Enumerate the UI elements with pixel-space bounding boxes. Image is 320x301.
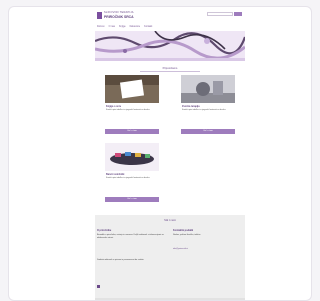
product-description: Kratek opis izdelka in njegovih lastnost… bbox=[106, 177, 151, 179]
nav-item-home[interactable]: Domov bbox=[97, 25, 105, 29]
product-title[interactable]: Knjiga o srcu bbox=[106, 105, 121, 108]
nav-item-workshops[interactable]: Delavnice bbox=[130, 25, 141, 29]
product-card: Barvni svinčniki Kratek opis izdelka in … bbox=[105, 143, 159, 203]
logo-icon[interactable] bbox=[97, 12, 102, 19]
product-image[interactable] bbox=[105, 75, 159, 103]
footer-about-text: Besedilo o priročniku, avtorju in namenu… bbox=[97, 234, 164, 239]
product-card: Zvočna terapija Kratek opis izdelka in n… bbox=[181, 75, 235, 135]
footer-about-text-2: Dodatni odstavek z opisom in povezavami … bbox=[97, 259, 145, 261]
nav-item-contact[interactable]: Kontakt bbox=[144, 25, 152, 29]
search-input[interactable] bbox=[207, 12, 233, 16]
section-title: Priporočamo bbox=[162, 67, 178, 70]
brand-title[interactable]: PRIROČNIK SRCA bbox=[104, 15, 134, 19]
site-footer: Stik z nami O priročniku Besedilo o prir… bbox=[95, 215, 245, 300]
product-image[interactable] bbox=[105, 143, 159, 171]
website-page: SLIKOVNO TERAPIJA PRIROČNIK SRCA Domov O… bbox=[95, 7, 245, 300]
site-header: SLIKOVNO TERAPIJA PRIROČNIK SRCA bbox=[95, 9, 245, 23]
product-button[interactable]: Več o tem bbox=[105, 197, 159, 202]
product-button[interactable]: Več o tem bbox=[181, 129, 235, 134]
main-nav: Domov O nas Knjige Delavnice Kontakt bbox=[97, 25, 243, 29]
product-title[interactable]: Zvočna terapija bbox=[182, 105, 200, 108]
footer-title: Stik z nami bbox=[164, 219, 176, 222]
nav-item-books[interactable]: Knjige bbox=[119, 25, 126, 29]
facebook-icon[interactable] bbox=[97, 285, 100, 288]
hero-strip bbox=[95, 58, 245, 61]
search-button[interactable] bbox=[234, 12, 242, 16]
product-button[interactable]: Več o tem bbox=[105, 129, 159, 134]
brand-subtitle: SLIKOVNO TERAPIJA bbox=[104, 11, 134, 14]
preview-card: SLIKOVNO TERAPIJA PRIROČNIK SRCA Domov O… bbox=[8, 6, 312, 301]
hero-image bbox=[95, 31, 245, 61]
product-title[interactable]: Barvni svinčniki bbox=[106, 173, 124, 176]
product-image[interactable] bbox=[181, 75, 235, 103]
nav-item-about[interactable]: O nas bbox=[109, 25, 115, 29]
section-divider bbox=[140, 71, 200, 72]
footer-email-link[interactable]: info@prirocnik.si bbox=[173, 248, 188, 250]
product-card: Knjiga o srcu Kratek opis izdelka in nje… bbox=[105, 75, 159, 135]
product-description: Kratek opis izdelka in njegovih lastnost… bbox=[182, 109, 227, 111]
footer-contact-title: Kontaktni podatki bbox=[173, 229, 194, 232]
hero-banner bbox=[95, 31, 245, 61]
footer-about-title: O priročniku bbox=[97, 229, 112, 232]
footer-contact-text: Naslov, poštna številka, telefon bbox=[173, 234, 201, 236]
product-description: Kratek opis izdelka in njegovih lastnost… bbox=[106, 109, 151, 111]
